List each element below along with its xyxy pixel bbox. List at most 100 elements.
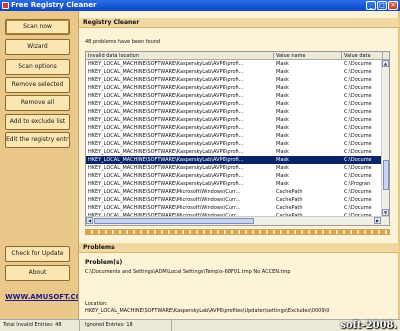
cell-location: HKEY_LOCAL_MACHINE\SOFTWARE\KasperskyLab… [88, 61, 244, 67]
cell-value-name: Mask [276, 85, 289, 91]
cell-value-name: Mask [276, 125, 289, 131]
scroll-down-arrow-icon[interactable]: ▼ [382, 209, 389, 216]
scan-options-button[interactable]: Scan options [5, 59, 70, 75]
table-row[interactable]: HKEY_LOCAL_MACHINE\SOFTWARE\KasperskyLab… [86, 108, 389, 116]
cell-location: HKEY_LOCAL_MACHINE\SOFTWARE\Microsoft\Wi… [88, 205, 241, 211]
maximize-button[interactable]: □ [377, 1, 387, 10]
cell-location: HKEY_LOCAL_MACHINE\SOFTWARE\KasperskyLab… [88, 149, 244, 155]
table-row[interactable]: HKEY_LOCAL_MACHINE\SOFTWARE\KasperskyLab… [86, 92, 389, 100]
table-row[interactable]: HKEY_LOCAL_MACHINE\SOFTWARE\KasperskyLab… [86, 140, 389, 148]
table-row[interactable]: HKEY_LOCAL_MACHINE\SOFTWARE\KasperskyLab… [86, 148, 389, 156]
cell-value-data: C:\Docume [344, 165, 372, 171]
cell-value-name: Mask [276, 117, 289, 123]
cell-value-name: Mask [276, 173, 289, 179]
problem-description: C:\Documents and Settings\ADM\Local Sett… [85, 269, 291, 275]
cell-location: HKEY_LOCAL_MACHINE\SOFTWARE\KasperskyLab… [88, 77, 244, 83]
table-row[interactable]: HKEY_LOCAL_MACHINE\SOFTWARE\KasperskyLab… [86, 172, 389, 180]
scroll-left-arrow-icon[interactable]: ◀ [86, 217, 93, 224]
cell-value-name: CachePath [276, 197, 303, 203]
cell-value-data: C:\Docume [344, 85, 372, 91]
cell-value-name: Mask [276, 61, 289, 67]
horizontal-scroll-thumb[interactable] [94, 218, 254, 224]
cell-value-data: C:\Docume [344, 93, 372, 99]
cell-value-data: C:\Progran [344, 181, 371, 187]
vertical-scroll-thumb[interactable] [383, 160, 389, 190]
cell-value-name: Mask [276, 149, 289, 155]
cell-location: HKEY_LOCAL_MACHINE\SOFTWARE\KasperskyLab… [88, 141, 244, 147]
total-invalid-entries: Total Invalid Entries: 48 [0, 320, 80, 331]
horizontal-scrollbar[interactable]: ◀ ▶ [86, 216, 389, 225]
cell-location: HKEY_LOCAL_MACHINE\SOFTWARE\KasperskyLab… [88, 157, 244, 163]
cell-location: HKEY_LOCAL_MACHINE\SOFTWARE\Microsoft\Wi… [88, 189, 241, 195]
remove-selected-button[interactable]: Remove selected [5, 77, 70, 93]
problem-subtitle: Problem(s) [85, 259, 123, 266]
status-bar: Total Invalid Entries: 48 Ignored Entrie… [0, 319, 400, 331]
website-link[interactable]: WWW.AMUSOFT.COM [5, 293, 89, 301]
cell-value-data: C:\Docume [344, 101, 372, 107]
cell-value-name: CachePath [276, 205, 303, 211]
wizard-button[interactable]: Wizard [5, 39, 70, 55]
cell-value-data: C:\Docume [344, 141, 372, 147]
table-row[interactable]: HKEY_LOCAL_MACHINE\SOFTWARE\Microsoft\Wi… [86, 196, 389, 204]
column-header-value-data[interactable]: Value data [342, 52, 383, 59]
cell-location: HKEY_LOCAL_MACHINE\SOFTWARE\Microsoft\Wi… [88, 197, 241, 203]
close-button[interactable]: ✕ [388, 1, 398, 10]
table-body: HKEY_LOCAL_MACHINE\SOFTWARE\KasperskyLab… [86, 60, 389, 220]
problems-found-status: 48 problems have been found [85, 39, 161, 45]
cell-value-name: Mask [276, 109, 289, 115]
results-table[interactable]: Invalid data location Value name Value d… [85, 51, 390, 226]
cell-location: HKEY_LOCAL_MACHINE\SOFTWARE\KasperskyLab… [88, 109, 244, 115]
table-row[interactable]: HKEY_LOCAL_MACHINE\SOFTWARE\Microsoft\Wi… [86, 188, 389, 196]
cell-value-data: C:\Docume [344, 77, 372, 83]
cell-value-data: C:\Docume [344, 125, 372, 131]
minimize-button[interactable]: _ [366, 1, 376, 10]
cell-value-data: C:\Docume [344, 149, 372, 155]
edit-registry-entry-button[interactable]: Edit the registry entry [5, 132, 70, 148]
table-row[interactable]: HKEY_LOCAL_MACHINE\SOFTWARE\KasperskyLab… [86, 60, 389, 68]
window-controls: _ □ ✕ [366, 1, 398, 10]
add-to-exclude-list-button[interactable]: Add to exclude list [5, 114, 70, 130]
problems-header: Problems [79, 243, 399, 253]
table-row[interactable]: HKEY_LOCAL_MACHINE\SOFTWARE\Microsoft\Wi… [86, 204, 389, 212]
cell-location: HKEY_LOCAL_MACHINE\SOFTWARE\KasperskyLab… [88, 165, 244, 171]
cell-value-data: C:\Docume [344, 173, 372, 179]
cell-value-data: C:\Docume [344, 109, 372, 115]
cell-value-data: C:\Docume [344, 133, 372, 139]
column-header-value-name[interactable]: Value name [274, 52, 342, 59]
registry-cleaner-header: Registry Cleaner [79, 18, 399, 28]
table-row[interactable]: HKEY_LOCAL_MACHINE\SOFTWARE\KasperskyLab… [86, 156, 389, 164]
scroll-up-arrow-icon[interactable]: ▲ [382, 60, 389, 67]
cell-value-data: C:\Docume [344, 69, 372, 75]
cell-location: HKEY_LOCAL_MACHINE\SOFTWARE\KasperskyLab… [88, 173, 244, 179]
remove-all-button[interactable]: Remove all [5, 95, 70, 111]
cell-value-data: C:\Docume [344, 205, 372, 211]
scroll-right-arrow-icon[interactable]: ▶ [374, 217, 381, 224]
table-row[interactable]: HKEY_LOCAL_MACHINE\SOFTWARE\KasperskyLab… [86, 132, 389, 140]
scan-progress-fill [86, 230, 389, 234]
cell-location: HKEY_LOCAL_MACHINE\SOFTWARE\KasperskyLab… [88, 125, 244, 131]
cell-value-name: Mask [276, 77, 289, 83]
about-button[interactable]: About [5, 265, 70, 281]
vertical-scrollbar[interactable]: ▲ ▼ [381, 60, 389, 216]
table-row[interactable]: HKEY_LOCAL_MACHINE\SOFTWARE\KasperskyLab… [86, 84, 389, 92]
check-for-update-button[interactable]: Check for Update [5, 246, 70, 262]
cell-value-name: Mask [276, 181, 289, 187]
scan-now-button[interactable]: Scan now [5, 19, 70, 35]
table-header: Invalid data location Value name Value d… [86, 52, 389, 60]
cell-value-name: Mask [276, 133, 289, 139]
table-row[interactable]: HKEY_LOCAL_MACHINE\SOFTWARE\KasperskyLab… [86, 164, 389, 172]
column-header-location[interactable]: Invalid data location [86, 52, 274, 59]
table-row[interactable]: HKEY_LOCAL_MACHINE\SOFTWARE\KasperskyLab… [86, 100, 389, 108]
sidebar: Scan now Wizard Scan options Remove sele… [0, 11, 89, 319]
cell-value-name: Mask [276, 69, 289, 75]
cell-location: HKEY_LOCAL_MACHINE\SOFTWARE\KasperskyLab… [88, 181, 244, 187]
cell-value-name: Mask [276, 93, 289, 99]
cell-value-name: CachePath [276, 189, 303, 195]
table-row[interactable]: HKEY_LOCAL_MACHINE\SOFTWARE\KasperskyLab… [86, 124, 389, 132]
table-row[interactable]: HKEY_LOCAL_MACHINE\SOFTWARE\KasperskyLab… [86, 116, 389, 124]
cell-location: HKEY_LOCAL_MACHINE\SOFTWARE\KasperskyLab… [88, 101, 244, 107]
ignored-entries: Ignored Entries: 18 [82, 320, 172, 331]
table-row[interactable]: HKEY_LOCAL_MACHINE\SOFTWARE\KasperskyLab… [86, 68, 389, 76]
table-row[interactable]: HKEY_LOCAL_MACHINE\SOFTWARE\KasperskyLab… [86, 180, 389, 188]
table-row[interactable]: HKEY_LOCAL_MACHINE\SOFTWARE\KasperskyLab… [86, 76, 389, 84]
